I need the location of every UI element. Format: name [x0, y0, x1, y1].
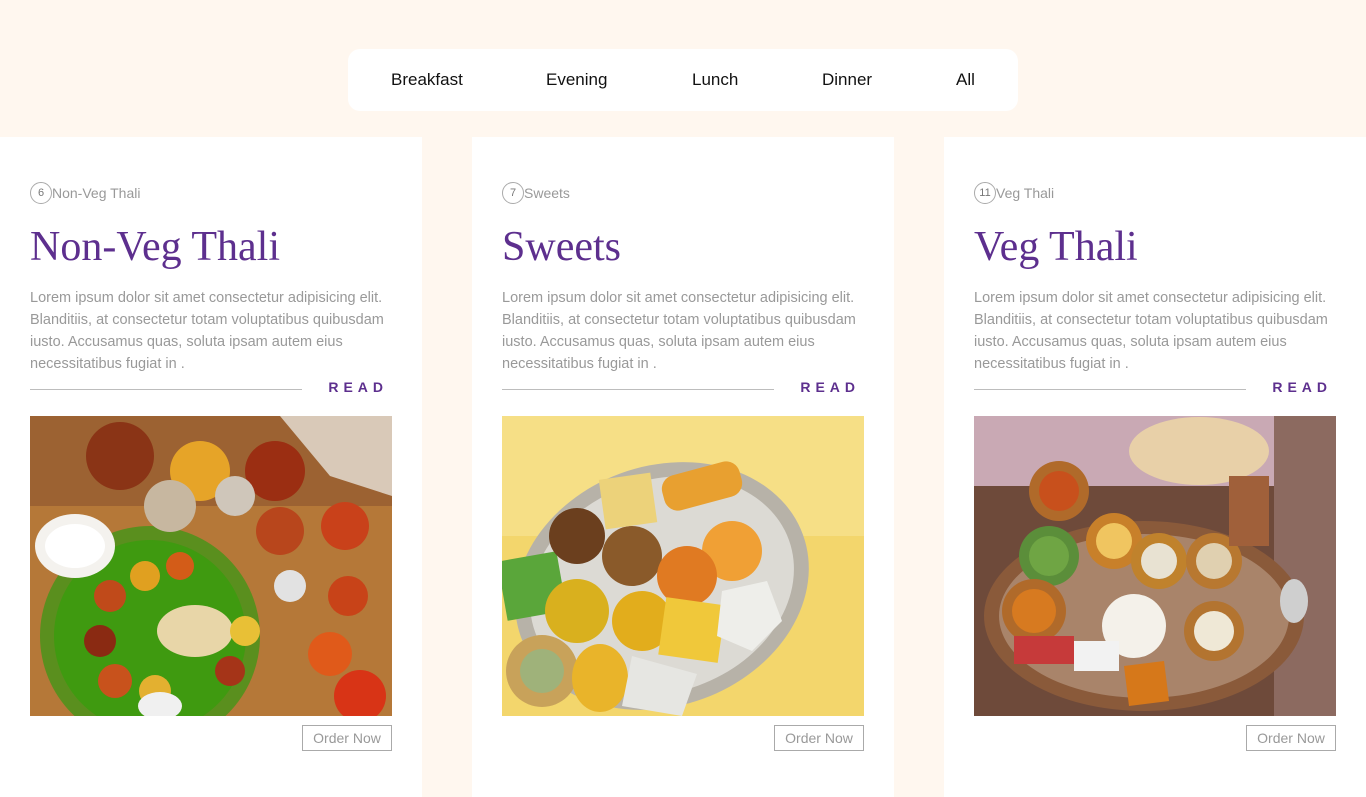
item-count-badge: 7: [502, 182, 524, 204]
divider: [30, 389, 302, 390]
read-link[interactable]: READ: [800, 379, 860, 395]
non-veg-thali-image: [30, 416, 392, 716]
menu-card-veg-thali: 11 Veg Thali Veg Thali Lorem ipsum dolor…: [944, 137, 1366, 797]
card-description: Lorem ipsum dolor sit amet consectetur a…: [502, 290, 856, 372]
category-label: Sweets: [524, 185, 570, 201]
card-title: Veg Thali: [974, 224, 1138, 270]
order-now-button[interactable]: Order Now: [302, 725, 392, 751]
sweets-image: [502, 416, 864, 716]
item-count-badge: 11: [974, 182, 996, 204]
category-badge: 7 Sweets: [502, 181, 570, 205]
menu-card-non-veg-thali: 6 Non-Veg Thali Non-Veg Thali Lorem ipsu…: [0, 137, 422, 797]
card-title: Non-Veg Thali: [30, 224, 281, 270]
filter-tab-evening[interactable]: Evening: [546, 49, 607, 111]
category-label: Veg Thali: [996, 185, 1055, 201]
order-now-button[interactable]: Order Now: [1246, 725, 1336, 751]
card-title: Sweets: [502, 224, 621, 270]
menu-card-sweets: 7 Sweets Sweets Lorem ipsum dolor sit am…: [472, 137, 894, 797]
read-row: READ: [30, 379, 392, 397]
divider: [974, 389, 1246, 390]
category-badge: 11 Veg Thali: [974, 181, 1054, 205]
category-label: Non-Veg Thali: [52, 185, 141, 201]
card-description: Lorem ipsum dolor sit amet consectetur a…: [30, 290, 384, 372]
item-count-badge: 6: [30, 182, 52, 204]
read-link[interactable]: READ: [328, 379, 388, 395]
read-row: READ: [974, 379, 1336, 397]
order-now-button[interactable]: Order Now: [774, 725, 864, 751]
divider: [502, 389, 774, 390]
category-badge: 6 Non-Veg Thali: [30, 181, 140, 205]
card-description: Lorem ipsum dolor sit amet consectetur a…: [974, 290, 1328, 372]
filter-tab-dinner[interactable]: Dinner: [822, 49, 872, 111]
read-link[interactable]: READ: [1272, 379, 1332, 395]
filter-tab-breakfast[interactable]: Breakfast: [391, 49, 463, 111]
veg-thali-image: [974, 416, 1336, 716]
read-row: READ: [502, 379, 864, 397]
filter-bar: Breakfast Evening Lunch Dinner All: [348, 49, 1018, 111]
filter-tab-lunch[interactable]: Lunch: [692, 49, 738, 111]
filter-tab-all[interactable]: All: [956, 49, 975, 111]
